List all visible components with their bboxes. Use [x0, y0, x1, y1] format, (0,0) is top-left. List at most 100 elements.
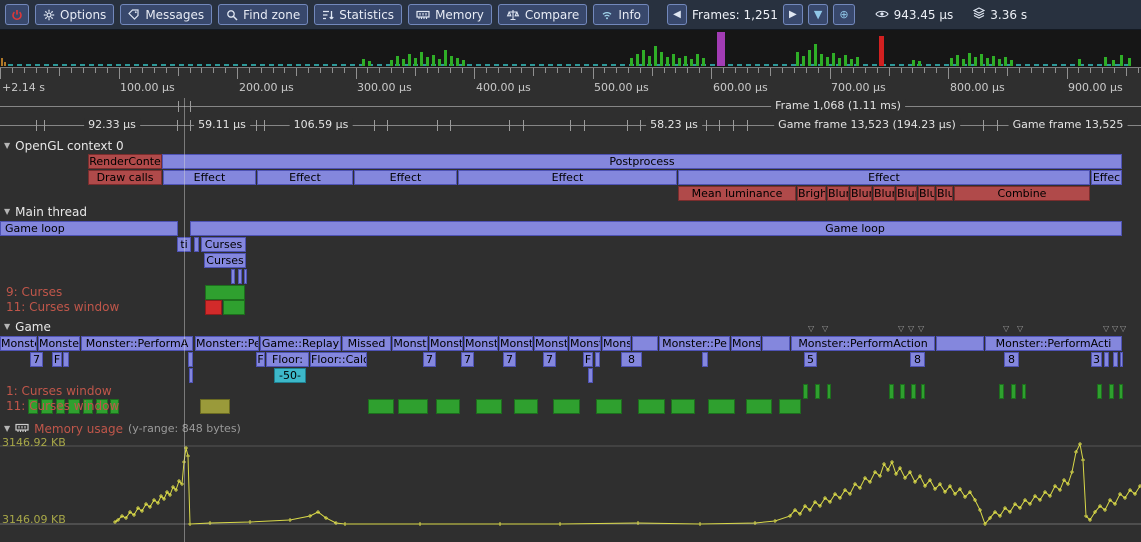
- zone[interactable]: [63, 352, 69, 367]
- zone[interactable]: Effect: [354, 170, 457, 185]
- zone[interactable]: Combine: [954, 186, 1090, 201]
- zone[interactable]: RenderConte: [88, 154, 162, 169]
- prev-frame-button[interactable]: ◀: [667, 4, 687, 25]
- zone[interactable]: Brigh: [797, 186, 826, 201]
- zone[interactable]: 7: [423, 352, 436, 367]
- zone[interactable]: Blur: [873, 186, 895, 201]
- zone[interactable]: [514, 399, 538, 414]
- zone[interactable]: F: [256, 352, 265, 367]
- zone[interactable]: [803, 384, 808, 399]
- zone[interactable]: Draw calls: [88, 170, 162, 185]
- collapse-icon[interactable]: ▼: [4, 320, 10, 334]
- zone[interactable]: [231, 269, 235, 284]
- zone[interactable]: [911, 384, 916, 399]
- ghost-zone-marker[interactable]: ▽: [1120, 325, 1126, 333]
- zone[interactable]: 7: [543, 352, 556, 367]
- zone[interactable]: Effec: [1091, 170, 1122, 185]
- zone[interactable]: Monste: [569, 336, 601, 351]
- ghost-zone-marker[interactable]: ▽: [1112, 325, 1118, 333]
- zone[interactable]: -50-: [274, 368, 306, 383]
- zone[interactable]: Blur: [896, 186, 917, 201]
- collapse-icon[interactable]: ▼: [4, 139, 10, 153]
- zone[interactable]: Monster::PerformActi: [985, 336, 1122, 351]
- zone[interactable]: Mons: [602, 336, 631, 351]
- zone[interactable]: Postprocess: [162, 154, 1122, 169]
- zone[interactable]: Game::Replay: [260, 336, 341, 351]
- ghost-zone-marker[interactable]: ▽: [898, 325, 904, 333]
- ghost-zone-marker[interactable]: ▽: [822, 325, 828, 333]
- zone[interactable]: [238, 269, 242, 284]
- track-label[interactable]: 11: Curses window: [6, 300, 119, 315]
- zone[interactable]: Monst: [464, 336, 498, 351]
- zone[interactable]: Monst: [534, 336, 568, 351]
- zone[interactable]: [1120, 352, 1123, 367]
- zone[interactable]: Blur: [918, 186, 935, 201]
- zone[interactable]: Effect: [458, 170, 677, 185]
- zone[interactable]: Blur: [827, 186, 849, 201]
- collapse-icon[interactable]: ▼: [4, 205, 10, 219]
- zone[interactable]: [205, 285, 245, 300]
- zone[interactable]: Effect: [257, 170, 353, 185]
- zone[interactable]: [632, 336, 658, 351]
- zone[interactable]: 7: [461, 352, 474, 367]
- zone[interactable]: 8: [621, 352, 642, 367]
- zone[interactable]: [936, 336, 984, 351]
- zone[interactable]: Monster::PerformA: [81, 336, 193, 351]
- compare-button[interactable]: Compare: [498, 4, 587, 25]
- zone[interactable]: [1022, 384, 1026, 399]
- zone[interactable]: Monste: [38, 336, 80, 351]
- track-label[interactable]: 11: Curses window: [6, 399, 119, 414]
- zone[interactable]: [553, 399, 580, 414]
- zone[interactable]: [189, 368, 193, 383]
- ghost-zone-marker[interactable]: ▽: [918, 325, 924, 333]
- zone[interactable]: [999, 384, 1004, 399]
- memory-plot[interactable]: [0, 434, 1141, 542]
- section-header[interactable]: ▼Game: [4, 320, 51, 334]
- zone[interactable]: [746, 399, 772, 414]
- zone[interactable]: [436, 399, 460, 414]
- zone[interactable]: Effect: [163, 170, 256, 185]
- ghost-zone-marker[interactable]: ▽: [1003, 325, 1009, 333]
- zone[interactable]: [588, 368, 593, 383]
- zone[interactable]: [1104, 352, 1109, 367]
- zone[interactable]: Blur: [850, 186, 872, 201]
- collapse-icon[interactable]: ▼: [4, 424, 10, 433]
- zone[interactable]: [595, 352, 600, 367]
- zone[interactable]: F: [52, 352, 62, 367]
- zone[interactable]: [368, 399, 394, 414]
- messages-button[interactable]: Messages: [120, 4, 212, 25]
- zoom-down-button[interactable]: ▼: [808, 4, 828, 25]
- ghost-zone-marker[interactable]: ▽: [808, 325, 814, 333]
- next-frame-button[interactable]: ▶: [783, 4, 803, 25]
- memory-button[interactable]: Memory: [408, 4, 492, 25]
- zone[interactable]: [638, 399, 665, 414]
- find-zone-button[interactable]: Find zone: [218, 4, 308, 25]
- track-label[interactable]: 9: Curses: [6, 285, 62, 300]
- zone[interactable]: Floor:: [266, 352, 309, 367]
- ghost-zone-marker[interactable]: ▽: [1103, 325, 1109, 333]
- zone[interactable]: Monster::PerformAction: [791, 336, 935, 351]
- zone[interactable]: [702, 352, 708, 367]
- zone[interactable]: Monster::Pe: [195, 336, 259, 351]
- zone[interactable]: [900, 384, 905, 399]
- zone[interactable]: Monst: [499, 336, 533, 351]
- zone[interactable]: Mean luminance: [678, 186, 796, 201]
- ghost-zone-marker[interactable]: ▽: [908, 325, 914, 333]
- zone[interactable]: Effect: [678, 170, 1090, 185]
- info-button[interactable]: Info: [593, 4, 649, 25]
- zone[interactable]: Game loop: [0, 221, 178, 236]
- statistics-button[interactable]: Statistics: [314, 4, 402, 25]
- zone[interactable]: Monst: [392, 336, 428, 351]
- zone[interactable]: Curses: [204, 253, 246, 268]
- options-button[interactable]: Options: [35, 4, 114, 25]
- zone[interactable]: [244, 269, 247, 284]
- zone[interactable]: [779, 399, 801, 414]
- section-header[interactable]: ▼Main thread: [4, 205, 87, 219]
- zone[interactable]: 8: [1004, 352, 1019, 367]
- zone[interactable]: 3: [1091, 352, 1102, 367]
- zone[interactable]: [200, 399, 230, 414]
- zone[interactable]: 8: [910, 352, 925, 367]
- zone[interactable]: [921, 384, 925, 399]
- zone[interactable]: 5: [804, 352, 817, 367]
- zone[interactable]: [1113, 352, 1118, 367]
